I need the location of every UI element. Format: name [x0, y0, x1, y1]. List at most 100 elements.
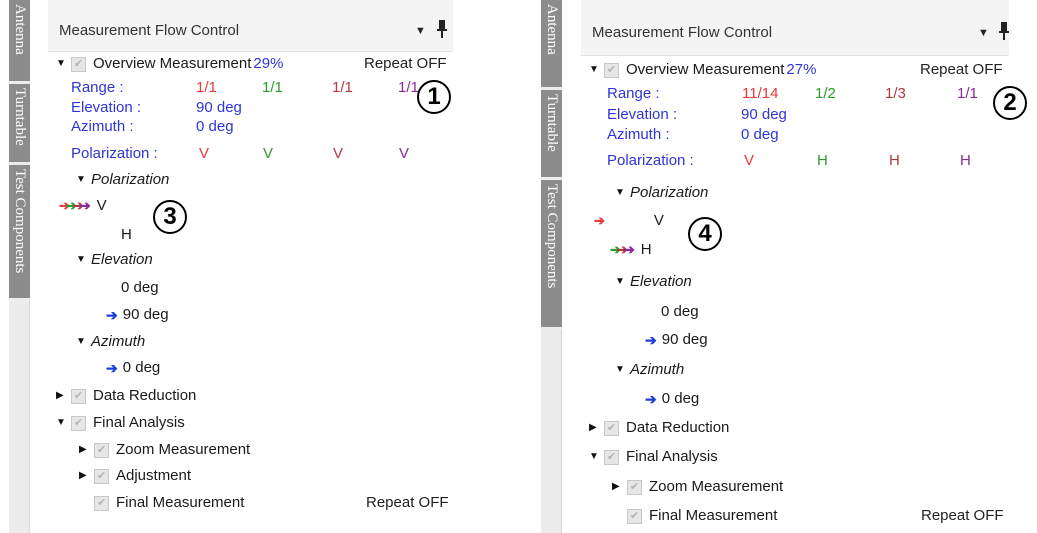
tree-item-final-analysis[interactable]: ▼ ✔ Final Analysis	[589, 447, 718, 467]
triangle-down-icon[interactable]: ▼	[615, 183, 625, 203]
tree-group-elevation[interactable]: ▼ Elevation	[615, 272, 692, 292]
side-tab-turntable[interactable]: Turntable	[541, 90, 562, 180]
polarization-value: V	[744, 152, 755, 169]
tree-item-label: V	[653, 212, 664, 229]
side-tab-antenna[interactable]: Antenna	[541, 0, 562, 90]
triangle-right-icon[interactable]: ▶	[612, 477, 622, 497]
triangle-right-icon[interactable]: ▶	[79, 466, 89, 486]
checkbox-checked-disabled-icon: ✔	[71, 56, 86, 72]
triangle-down-icon[interactable]: ▼	[589, 60, 599, 80]
group-label: Polarization	[91, 171, 170, 188]
checkbox-checked-disabled-icon: ✔	[604, 420, 619, 436]
checkbox-checked-disabled-icon: ✔	[71, 415, 86, 431]
tree-item-data-reduction[interactable]: ▶ ✔ Data Reduction	[589, 418, 729, 438]
polarization-label: Polarization :	[71, 145, 158, 162]
tree-item-elev-90[interactable]: ➔ 90 deg	[106, 305, 169, 325]
range-label: Range :	[607, 85, 660, 102]
tree-item-overview[interactable]: ▼ ✔ Overview Measurement 29%	[56, 54, 283, 74]
side-tab-test-components[interactable]: Test Components	[9, 165, 30, 301]
tree-item-label: H	[640, 241, 652, 258]
polarization-label: Polarization :	[607, 152, 694, 169]
triangle-down-icon[interactable]: ▼	[56, 54, 66, 74]
callout-marker: 3	[153, 200, 187, 234]
group-label: Elevation	[630, 273, 692, 290]
tree-item-zoom[interactable]: ▶ ✔ Zoom Measurement	[612, 477, 783, 497]
triangle-down-icon[interactable]: ▼	[76, 250, 86, 270]
panel-title: Measurement Flow Control	[592, 24, 773, 41]
summary-polarization: Polarization : V V V V	[71, 144, 431, 164]
elevation-value: 90 deg	[741, 106, 787, 123]
tree-item-label: 90 deg	[122, 306, 169, 323]
tree-item-elev-0[interactable]: 0 deg	[661, 302, 699, 322]
summary-elevation: Elevation : 90 deg	[71, 98, 371, 118]
tree-item-final-measurement[interactable]: ✔ Final Measurement	[94, 493, 244, 513]
tree-group-azimuth[interactable]: ▼ Azimuth	[615, 360, 684, 380]
side-tab-antenna[interactable]: Antenna	[9, 0, 30, 84]
tree-item-data-reduction[interactable]: ▶ ✔ Data Reduction	[56, 386, 196, 406]
tree-item-pol-v[interactable]: ➔ ➔ ➔ ➔ V	[59, 196, 107, 216]
azimuth-value: 0 deg	[196, 118, 234, 135]
polarization-value: V	[399, 145, 410, 162]
tree-item-pol-v[interactable]: ➔ V	[594, 211, 664, 231]
pin-icon[interactable]	[437, 20, 447, 40]
right-arrow-icon: ➔	[106, 360, 118, 376]
callout-marker: 2	[993, 86, 1027, 120]
triangle-down-icon[interactable]: ▼	[56, 413, 66, 433]
triangle-down-icon[interactable]: ▼	[76, 170, 86, 190]
tree-item-elev-0[interactable]: 0 deg	[121, 278, 159, 298]
right-arrow-icon: ➔ ➔ ➔	[610, 242, 635, 257]
summary-elevation: Elevation : 90 deg	[607, 105, 907, 125]
triangle-down-icon[interactable]: ▼	[615, 360, 625, 380]
tree-item-azim-0[interactable]: ➔ 0 deg	[106, 358, 160, 378]
range-value: 1/1	[262, 79, 283, 96]
triangle-right-icon[interactable]: ▶	[79, 440, 89, 460]
tree-item-adjustment[interactable]: ▶ ✔ Adjustment	[79, 466, 191, 486]
tree-group-azimuth[interactable]: ▼ Azimuth	[76, 332, 145, 352]
tree-item-pol-h[interactable]: ➔ ➔ ➔ H	[610, 240, 652, 260]
summary-polarization: Polarization : V H H H	[607, 151, 987, 171]
tree-item-overview[interactable]: ▼ ✔ Overview Measurement 27%	[589, 60, 816, 80]
tree-item-label: 0 deg	[121, 279, 159, 296]
pin-icon[interactable]	[999, 22, 1009, 42]
tree-item-elev-90[interactable]: ➔ 90 deg	[645, 330, 708, 350]
tree-item-final-measurement[interactable]: ✔ Final Measurement	[627, 506, 777, 526]
tree-item-label: 0 deg	[122, 359, 161, 376]
triangle-down-icon[interactable]: ▼	[589, 447, 599, 467]
azimuth-value: 0 deg	[741, 126, 779, 143]
triangle-right-icon[interactable]: ▶	[589, 418, 599, 438]
dropdown-arrow-icon[interactable]: ▼	[978, 27, 989, 39]
tree-item-azim-0[interactable]: ➔ 0 deg	[645, 389, 699, 409]
summary-azimuth: Azimuth : 0 deg	[607, 125, 907, 145]
side-tab-test-components[interactable]: Test Components	[541, 180, 562, 330]
tree-item-label: Zoom Measurement	[116, 441, 251, 458]
checkbox-checked-disabled-icon: ✔	[627, 479, 642, 495]
title-bar: Measurement Flow Control ▼	[581, 0, 1009, 56]
callout-marker: 4	[688, 217, 722, 251]
tree-group-elevation[interactable]: ▼ Elevation	[76, 250, 153, 270]
range-value: 11/14	[742, 85, 779, 102]
tree-item-final-analysis[interactable]: ▼ ✔ Final Analysis	[56, 413, 185, 433]
group-label: Azimuth	[91, 333, 146, 350]
right-arrow-icon: ➔	[106, 307, 118, 323]
side-tab-label: Test Components	[12, 169, 28, 274]
right-arrow-icon: ➔ ➔ ➔ ➔	[59, 198, 91, 213]
triangle-down-icon[interactable]: ▼	[76, 332, 86, 352]
elevation-label: Elevation :	[71, 99, 142, 116]
triangle-down-icon[interactable]: ▼	[615, 272, 625, 292]
tree-item-label: Final Analysis	[93, 414, 185, 431]
tree-item-zoom[interactable]: ▶ ✔ Zoom Measurement	[79, 440, 250, 460]
tree-item-label: Final Measurement	[649, 507, 778, 524]
tree-group-polarization[interactable]: ▼ Polarization	[76, 170, 169, 190]
tree-item-label: V	[96, 197, 107, 214]
overview-label: Overview Measurement	[626, 61, 785, 78]
overview-progress: 29%	[253, 55, 284, 72]
side-tab-turntable[interactable]: Turntable	[9, 84, 30, 165]
dropdown-arrow-icon[interactable]: ▼	[415, 25, 426, 37]
polarization-value: H	[960, 152, 971, 169]
tree-item-pol-h[interactable]: H	[121, 225, 132, 245]
tree-item-label: Data Reduction	[93, 387, 197, 404]
repeat-status: Repeat OFF	[366, 494, 449, 511]
range-value: 1/1	[957, 85, 978, 102]
tree-group-polarization[interactable]: ▼ Polarization	[615, 183, 708, 203]
triangle-right-icon[interactable]: ▶	[56, 386, 66, 406]
